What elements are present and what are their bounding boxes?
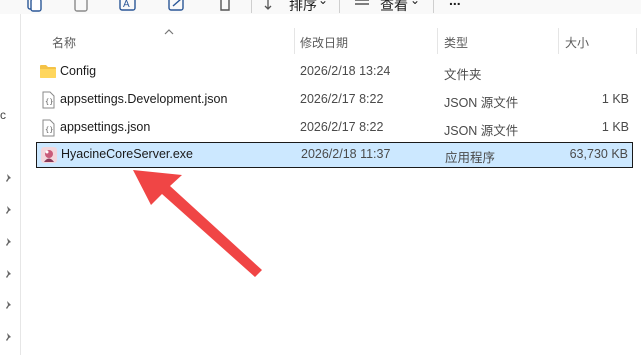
annotation-arrow — [133, 170, 262, 277]
